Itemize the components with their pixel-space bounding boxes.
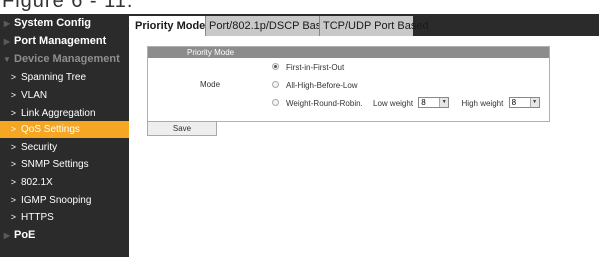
triangle-right-icon: ▶ xyxy=(3,19,11,28)
triangle-right-icon: ▶ xyxy=(3,231,11,240)
chevron-right-icon: > xyxy=(10,212,16,222)
chevron-right-icon: > xyxy=(10,159,16,169)
tab-priority-mode[interactable]: Priority Mode xyxy=(129,16,205,36)
low-weight-label: Low weight xyxy=(373,99,414,108)
low-weight-select[interactable]: 8 ▼ xyxy=(418,97,450,109)
sidebar-item-link-aggregation[interactable]: > Link Aggregation xyxy=(0,105,129,122)
sidebar-item-device-management[interactable]: ▼ Device Management xyxy=(0,51,129,68)
sidebar-item-vlan[interactable]: > VLAN xyxy=(0,87,129,104)
option-fifo[interactable]: First-in-First-Out xyxy=(272,62,344,73)
sidebar-item-port-management[interactable]: ▶ Port Management xyxy=(0,33,129,50)
sidebar-item-security[interactable]: > Security xyxy=(0,139,129,156)
caption-text: Figure 6 - 11. xyxy=(2,0,134,12)
sidebar-item-poe[interactable]: ▶ PoE xyxy=(0,227,129,244)
sidebar-item-system-config[interactable]: ▶ System Config xyxy=(0,15,129,32)
option-weight-round-robin[interactable]: Weight-Round-Robin. Low weight 8 ▼ High … xyxy=(272,97,540,109)
document-caption: Figure 6 - 11. xyxy=(0,0,599,14)
sidebar-item-https[interactable]: > HTTPS xyxy=(0,209,129,226)
main-content: Priority Mode Mode First-in-First-Out Al… xyxy=(129,36,599,257)
high-weight-select[interactable]: 8 ▼ xyxy=(508,97,540,109)
save-button[interactable]: Save xyxy=(147,121,217,136)
chevron-right-icon: > xyxy=(10,72,16,82)
tab-bar: Priority Mode Port/802.1p/DSCP Based TCP… xyxy=(129,14,599,36)
sidebar-item-snmp-settings[interactable]: > SNMP Settings xyxy=(0,156,129,173)
sidebar-item-8021x[interactable]: >802.1X xyxy=(0,174,129,191)
sidebar: ▶ System Config ▶ Port Management ▼ Device … xyxy=(0,14,129,257)
panel-header: Priority Mode xyxy=(148,47,549,58)
sidebar-item-spanning-tree[interactable]: > Spanning Tree xyxy=(0,69,129,86)
dropdown-arrow-icon: ▼ xyxy=(439,98,449,108)
sidebar-item-igmp-snooping[interactable]: > IGMP Snooping xyxy=(0,192,129,209)
option-all-high-before-low[interactable]: All-High-Before-Low xyxy=(272,80,358,91)
high-weight-label: High weight xyxy=(461,99,504,108)
tab-port-8021p-dscp-based[interactable]: Port/802.1p/DSCP Based xyxy=(205,16,334,36)
chevron-right-icon: > xyxy=(10,124,16,134)
chevron-right-icon: > xyxy=(10,195,16,205)
dropdown-arrow-icon: ▼ xyxy=(529,98,539,108)
chevron-right-icon: > xyxy=(10,108,16,118)
chevron-right-icon: > xyxy=(10,90,16,100)
tab-tcp-udp-port-based[interactable]: TCP/UDP Port Based xyxy=(319,16,429,36)
sidebar-item-qos-settings[interactable]: > QoS Settings xyxy=(0,121,129,138)
radio-weight-round-robin[interactable] xyxy=(272,99,279,107)
triangle-right-icon: ▶ xyxy=(3,37,11,46)
triangle-down-icon: ▼ xyxy=(3,55,11,64)
mode-label: Mode xyxy=(200,80,221,89)
chevron-right-icon: > xyxy=(10,142,16,152)
chevron-right-icon: > xyxy=(10,177,16,187)
priority-mode-panel: Priority Mode Mode First-in-First-Out Al… xyxy=(147,46,550,122)
radio-all-high-before-low[interactable] xyxy=(272,81,279,89)
radio-fifo[interactable] xyxy=(272,63,279,71)
